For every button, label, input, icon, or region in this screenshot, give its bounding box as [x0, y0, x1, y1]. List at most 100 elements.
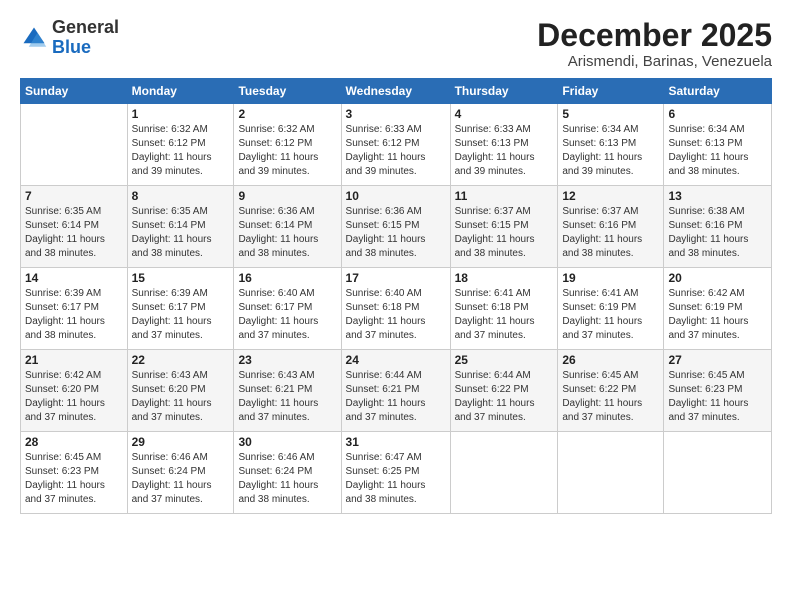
cell-info: Sunrise: 6:39 AM Sunset: 6:17 PM Dayligh…: [25, 287, 123, 343]
day-of-week-header: Saturday: [664, 79, 772, 104]
cell-info: Sunrise: 6:41 AM Sunset: 6:19 PM Dayligh…: [562, 287, 659, 343]
day-number: 30: [238, 435, 336, 449]
day-number: 4: [455, 107, 554, 121]
cell-info: Sunrise: 6:40 AM Sunset: 6:18 PM Dayligh…: [346, 287, 446, 343]
calendar-cell: 26Sunrise: 6:45 AM Sunset: 6:22 PM Dayli…: [558, 350, 664, 432]
calendar-cell: 10 Sunrise: 6:36 AM Sunset: 6:15 PM Dayli…: [341, 186, 450, 268]
calendar-cell: 9 Sunrise: 6:36 AM Sunset: 6:14 PM Daylig…: [234, 186, 341, 268]
day-number: 3: [346, 107, 446, 121]
day-number: 26: [562, 353, 659, 367]
day-of-week-header: Friday: [558, 79, 664, 104]
location: Arismendi, Barinas, Venezuela: [537, 53, 772, 70]
day-of-week-header: Thursday: [450, 79, 558, 104]
header: General Blue December 2025 Arismendi, Ba…: [20, 18, 772, 70]
calendar-cell: 1Sunrise: 6:32 AM Sunset: 6:12 PM Daylig…: [127, 104, 234, 186]
cell-info: Sunrise: 6:37 AM Sunset: 6:16 PM Dayligh…: [562, 205, 659, 261]
cell-info: Sunrise: 6:37 AM Sunset: 6:15 PM Dayligh…: [455, 205, 554, 261]
cell-info: Sunrise: 6:44 AM Sunset: 6:22 PM Dayligh…: [455, 369, 554, 425]
day-of-week-header: Tuesday: [234, 79, 341, 104]
cell-info: Sunrise: 6:36 AM Sunset: 6:14 PM Dayligh…: [238, 205, 336, 261]
calendar-week-row: 1Sunrise: 6:32 AM Sunset: 6:12 PM Daylig…: [21, 104, 772, 186]
cell-info: Sunrise: 6:35 AM Sunset: 6:14 PM Dayligh…: [132, 205, 230, 261]
day-number: 29: [132, 435, 230, 449]
day-number: 8: [132, 189, 230, 203]
calendar-cell: [558, 432, 664, 514]
day-number: 2: [238, 107, 336, 121]
cell-info: Sunrise: 6:39 AM Sunset: 6:17 PM Dayligh…: [132, 287, 230, 343]
day-of-week-header: Sunday: [21, 79, 128, 104]
day-number: 16: [238, 271, 336, 285]
cell-info: Sunrise: 6:36 AM Sunset: 6:15 PM Dayligh…: [346, 205, 446, 261]
cell-info: Sunrise: 6:38 AM Sunset: 6:16 PM Dayligh…: [668, 205, 767, 261]
calendar-cell: 14 Sunrise: 6:39 AM Sunset: 6:17 PM Dayli…: [21, 268, 128, 350]
calendar-week-row: 7Sunrise: 6:35 AM Sunset: 6:14 PM Daylig…: [21, 186, 772, 268]
calendar-cell: 24 Sunrise: 6:44 AM Sunset: 6:21 PM Dayli…: [341, 350, 450, 432]
day-number: 9: [238, 189, 336, 203]
logo-general-text: General: [52, 17, 119, 37]
calendar-cell: 16Sunrise: 6:40 AM Sunset: 6:17 PM Dayli…: [234, 268, 341, 350]
cell-info: Sunrise: 6:44 AM Sunset: 6:21 PM Dayligh…: [346, 369, 446, 425]
calendar-week-row: 28 Sunrise: 6:45 AM Sunset: 6:23 PM Dayli…: [21, 432, 772, 514]
cell-info: Sunrise: 6:41 AM Sunset: 6:18 PM Dayligh…: [455, 287, 554, 343]
day-number: 5: [562, 107, 659, 121]
day-number: 18: [455, 271, 554, 285]
day-of-week-header: Wednesday: [341, 79, 450, 104]
day-number: 11: [455, 189, 554, 203]
day-number: 28: [25, 435, 123, 449]
calendar-cell: 11 Sunrise: 6:37 AM Sunset: 6:15 PM Dayli…: [450, 186, 558, 268]
cell-info: Sunrise: 6:45 AM Sunset: 6:23 PM Dayligh…: [25, 451, 123, 507]
calendar-cell: 2 Sunrise: 6:32 AM Sunset: 6:12 PM Daylig…: [234, 104, 341, 186]
calendar-week-row: 14 Sunrise: 6:39 AM Sunset: 6:17 PM Dayli…: [21, 268, 772, 350]
day-number: 12: [562, 189, 659, 203]
cell-info: Sunrise: 6:42 AM Sunset: 6:20 PM Dayligh…: [25, 369, 123, 425]
calendar-cell: [21, 104, 128, 186]
month-title: December 2025: [537, 18, 772, 53]
logo-blue-text: Blue: [52, 37, 91, 57]
day-number: 25: [455, 353, 554, 367]
calendar-cell: 22 Sunrise: 6:43 AM Sunset: 6:20 PM Dayli…: [127, 350, 234, 432]
day-number: 6: [668, 107, 767, 121]
calendar-cell: 28 Sunrise: 6:45 AM Sunset: 6:23 PM Dayli…: [21, 432, 128, 514]
cell-info: Sunrise: 6:32 AM Sunset: 6:12 PM Dayligh…: [132, 123, 230, 179]
calendar-cell: 8 Sunrise: 6:35 AM Sunset: 6:14 PM Daylig…: [127, 186, 234, 268]
day-number: 23: [238, 353, 336, 367]
calendar-cell: 13Sunrise: 6:38 AM Sunset: 6:16 PM Dayli…: [664, 186, 772, 268]
logo-icon: [20, 24, 48, 52]
calendar-cell: 30Sunrise: 6:46 AM Sunset: 6:24 PM Dayli…: [234, 432, 341, 514]
calendar-cell: 31Sunrise: 6:47 AM Sunset: 6:25 PM Dayli…: [341, 432, 450, 514]
cell-info: Sunrise: 6:46 AM Sunset: 6:24 PM Dayligh…: [132, 451, 230, 507]
cell-info: Sunrise: 6:34 AM Sunset: 6:13 PM Dayligh…: [668, 123, 767, 179]
logo: General Blue: [20, 18, 119, 58]
cell-info: Sunrise: 6:33 AM Sunset: 6:12 PM Dayligh…: [346, 123, 446, 179]
day-number: 14: [25, 271, 123, 285]
title-block: December 2025 Arismendi, Barinas, Venezu…: [537, 18, 772, 70]
calendar-cell: 23Sunrise: 6:43 AM Sunset: 6:21 PM Dayli…: [234, 350, 341, 432]
calendar-cell: 25 Sunrise: 6:44 AM Sunset: 6:22 PM Dayli…: [450, 350, 558, 432]
calendar-cell: 20 Sunrise: 6:42 AM Sunset: 6:19 PM Dayli…: [664, 268, 772, 350]
calendar-week-row: 21Sunrise: 6:42 AM Sunset: 6:20 PM Dayli…: [21, 350, 772, 432]
cell-info: Sunrise: 6:32 AM Sunset: 6:12 PM Dayligh…: [238, 123, 336, 179]
calendar-cell: 29 Sunrise: 6:46 AM Sunset: 6:24 PM Dayli…: [127, 432, 234, 514]
page: General Blue December 2025 Arismendi, Ba…: [0, 0, 792, 612]
day-number: 27: [668, 353, 767, 367]
calendar-cell: 7Sunrise: 6:35 AM Sunset: 6:14 PM Daylig…: [21, 186, 128, 268]
day-number: 22: [132, 353, 230, 367]
cell-info: Sunrise: 6:45 AM Sunset: 6:23 PM Dayligh…: [668, 369, 767, 425]
day-number: 31: [346, 435, 446, 449]
calendar-table: SundayMondayTuesdayWednesdayThursdayFrid…: [20, 78, 772, 514]
cell-info: Sunrise: 6:33 AM Sunset: 6:13 PM Dayligh…: [455, 123, 554, 179]
day-number: 17: [346, 271, 446, 285]
cell-info: Sunrise: 6:43 AM Sunset: 6:20 PM Dayligh…: [132, 369, 230, 425]
calendar-cell: 17 Sunrise: 6:40 AM Sunset: 6:18 PM Dayli…: [341, 268, 450, 350]
day-number: 20: [668, 271, 767, 285]
cell-info: Sunrise: 6:42 AM Sunset: 6:19 PM Dayligh…: [668, 287, 767, 343]
day-number: 10: [346, 189, 446, 203]
calendar-cell: 15Sunrise: 6:39 AM Sunset: 6:17 PM Dayli…: [127, 268, 234, 350]
days-header-row: SundayMondayTuesdayWednesdayThursdayFrid…: [21, 79, 772, 104]
cell-info: Sunrise: 6:34 AM Sunset: 6:13 PM Dayligh…: [562, 123, 659, 179]
calendar-cell: 4 Sunrise: 6:33 AM Sunset: 6:13 PM Daylig…: [450, 104, 558, 186]
day-number: 19: [562, 271, 659, 285]
day-number: 24: [346, 353, 446, 367]
calendar-cell: 27 Sunrise: 6:45 AM Sunset: 6:23 PM Dayli…: [664, 350, 772, 432]
calendar-cell: 21Sunrise: 6:42 AM Sunset: 6:20 PM Dayli…: [21, 350, 128, 432]
